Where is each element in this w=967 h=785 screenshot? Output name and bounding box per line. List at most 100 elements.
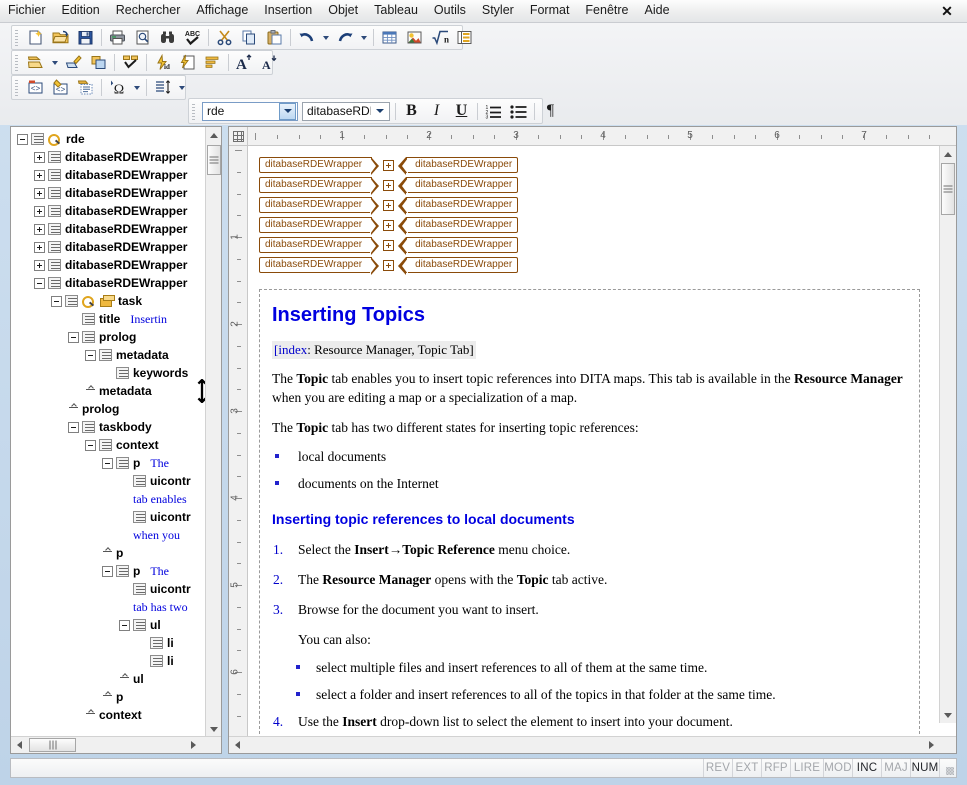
redo-dropdown-icon[interactable]: [357, 27, 370, 48]
end-tag-icon[interactable]: [85, 386, 96, 397]
tree-vertical-scrollbar[interactable]: [205, 127, 221, 737]
end-tag-icon[interactable]: [102, 692, 113, 703]
save-icon[interactable]: [74, 27, 97, 48]
tree-node[interactable]: p: [17, 544, 206, 562]
tree-node[interactable]: uicontr: [17, 580, 206, 598]
expand-icon[interactable]: [383, 219, 395, 231]
collapse-icon[interactable]: [68, 331, 79, 343]
xml-start-tag[interactable]: ditabaseRDEWrapper: [259, 216, 380, 235]
tag-edit-icon[interactable]: [62, 52, 85, 73]
menu-item-format[interactable]: Format: [522, 1, 578, 21]
xml-end-tag[interactable]: ditabaseRDEWrapper: [397, 216, 519, 235]
source-view-icon[interactable]: <>: [24, 77, 47, 98]
status-indicator-mod[interactable]: MOD: [824, 759, 853, 777]
expand-icon[interactable]: [34, 241, 45, 253]
xml-start-tag[interactable]: ditabaseRDEWrapper: [259, 236, 380, 255]
tree-node[interactable]: keywords: [17, 364, 206, 382]
tag-validate-icon[interactable]: [119, 52, 142, 73]
menu-item-insertion[interactable]: Insertion: [256, 1, 320, 21]
tree-node[interactable]: ditabaseRDEWrapper: [17, 184, 206, 202]
tree-node[interactable]: title Insertin: [17, 310, 206, 328]
tree-node[interactable]: li: [17, 652, 206, 670]
collapse-icon[interactable]: [119, 619, 130, 631]
bold-button[interactable]: B: [399, 101, 424, 122]
menu-item-edition[interactable]: Edition: [54, 1, 108, 21]
status-indicator-rev[interactable]: REV: [704, 759, 733, 777]
xml-end-tag[interactable]: ditabaseRDEWrapper: [397, 196, 519, 215]
xml-end-tag[interactable]: ditabaseRDEWrapper: [397, 176, 519, 195]
scroll-right-button[interactable]: [185, 737, 201, 753]
xml-start-tag[interactable]: ditabaseRDEWrapper: [259, 156, 380, 175]
decrease-font-icon[interactable]: A: [258, 52, 281, 73]
expand-icon[interactable]: [383, 199, 395, 211]
collapse-icon[interactable]: [68, 421, 79, 433]
resize-grip[interactable]: [940, 759, 956, 777]
chevron-down-icon[interactable]: [279, 102, 296, 120]
bulleted-list-icon[interactable]: [506, 101, 531, 122]
tree-node[interactable]: ditabaseRDEWrapper: [17, 220, 206, 238]
tree-node[interactable]: uicontr: [17, 508, 206, 526]
undo-dropdown-icon[interactable]: [319, 27, 332, 48]
document-tree[interactable]: rde ditabaseRDEWrapper ditabaseRDEWrapper d…: [11, 127, 206, 734]
end-tag-icon[interactable]: [68, 404, 79, 415]
print-icon[interactable]: [106, 27, 129, 48]
copy-icon[interactable]: [238, 27, 261, 48]
toolbar-grip[interactable]: [14, 28, 21, 47]
window-close-button[interactable]: ✕: [937, 3, 957, 20]
list-format-icon[interactable]: [201, 52, 224, 73]
italic-button[interactable]: I: [424, 101, 449, 122]
scroll-right-button[interactable]: [923, 737, 939, 753]
tree-node[interactable]: ditabaseRDEWrapper: [17, 238, 206, 256]
menu-item-tableau[interactable]: Tableau: [366, 1, 426, 21]
document-vertical-scrollbar[interactable]: [939, 146, 956, 723]
status-indicator-ext[interactable]: EXT: [733, 759, 762, 777]
line-spacing-icon[interactable]: [151, 77, 174, 98]
menu-item-rechercher[interactable]: Rechercher: [108, 1, 189, 21]
tree-node[interactable]: taskbody: [17, 418, 206, 436]
end-tag-icon[interactable]: [119, 674, 130, 685]
find-binoculars-icon[interactable]: [156, 27, 179, 48]
tree-node[interactable]: context: [17, 436, 206, 454]
expand-icon[interactable]: [34, 187, 45, 199]
scroll-left-button[interactable]: [11, 737, 27, 753]
collapse-icon[interactable]: [85, 349, 96, 361]
new-document-icon[interactable]: [24, 27, 47, 48]
collapse-icon[interactable]: [34, 277, 45, 289]
tree-hscrollbar-thumb[interactable]: [29, 738, 76, 752]
tree-node[interactable]: p The: [17, 562, 206, 580]
document-body[interactable]: Inserting Topics [index: Resource Manage…: [259, 289, 920, 739]
paste-icon[interactable]: [263, 27, 286, 48]
expand-icon[interactable]: [34, 259, 45, 271]
expand-icon[interactable]: [383, 259, 395, 271]
insert-table-icon[interactable]: [378, 27, 401, 48]
special-character-icon[interactable]: Ω: [106, 77, 129, 98]
menu-item-affichage[interactable]: Affichage: [188, 1, 256, 21]
spell-check-icon[interactable]: ABC: [181, 27, 204, 48]
tree-node[interactable]: ditabaseRDEWrapper: [17, 202, 206, 220]
tree-scrollbar-thumb[interactable]: [207, 145, 221, 175]
expand-icon[interactable]: [383, 179, 395, 191]
menu-item-aide[interactable]: Aide: [637, 1, 678, 21]
tree-node[interactable]: ditabaseRDEWrapper: [17, 274, 206, 292]
tree-node[interactable]: rde: [17, 130, 206, 148]
expand-icon[interactable]: [383, 239, 395, 251]
special-character-dropdown-icon[interactable]: [130, 77, 143, 98]
status-indicator-lire[interactable]: LIRE: [791, 759, 824, 777]
tag-insert-icon[interactable]: [24, 52, 47, 73]
tree-node[interactable]: prolog: [17, 400, 206, 418]
line-spacing-dropdown-icon[interactable]: [175, 77, 188, 98]
tree-node[interactable]: li: [17, 634, 206, 652]
scroll-up-button[interactable]: [206, 127, 221, 143]
numbered-list-icon[interactable]: 1 2 3: [481, 101, 506, 122]
scroll-left-button[interactable]: [229, 737, 245, 753]
element-combo[interactable]: ditabaseRDEW: [302, 101, 390, 121]
tree-horizontal-scrollbar[interactable]: [11, 736, 221, 753]
toolbar-grip[interactable]: [14, 78, 21, 97]
toolbar-grip[interactable]: [14, 53, 21, 72]
end-tag-icon[interactable]: [102, 548, 113, 559]
collapse-icon[interactable]: [51, 295, 62, 307]
collapse-icon[interactable]: [17, 133, 28, 145]
status-indicator-num[interactable]: NUM: [911, 759, 940, 777]
attribute-id-icon[interactable]: id: [151, 52, 174, 73]
xml-end-tag[interactable]: ditabaseRDEWrapper: [397, 156, 519, 175]
